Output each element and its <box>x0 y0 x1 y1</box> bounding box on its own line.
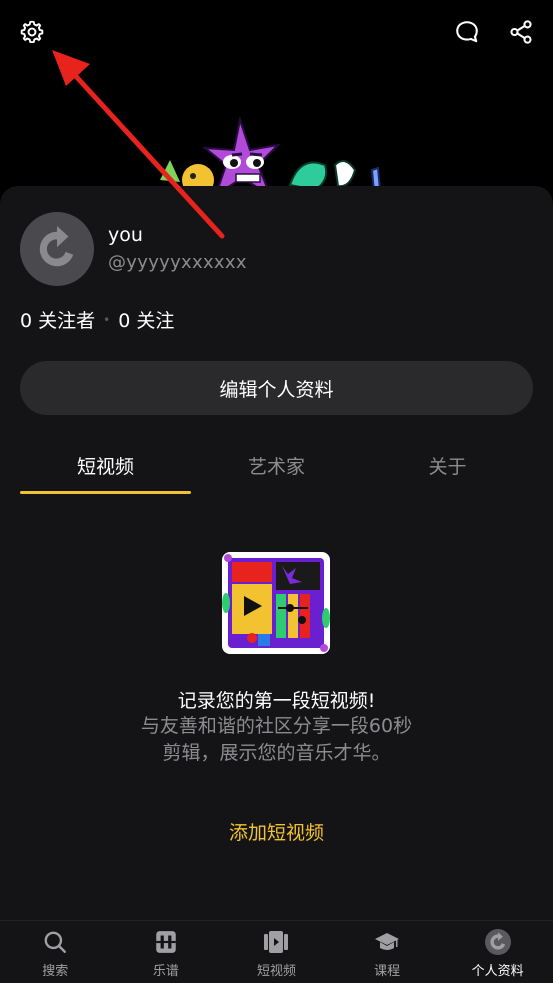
nav-courses-label: 课程 <box>374 964 401 979</box>
graduation-cap-icon <box>373 928 401 956</box>
gear-icon <box>20 20 44 44</box>
follow-stats: 0 关注者 • 0 关注 <box>20 306 174 333</box>
chat-bubble-icon <box>456 21 478 43</box>
nav-search[interactable]: 搜索 <box>0 921 111 983</box>
profile-avatar-icon <box>484 928 512 956</box>
nav-profile[interactable]: 个人资料 <box>442 921 553 983</box>
stats-separator: • <box>103 312 111 327</box>
profile-name: you <box>108 224 143 246</box>
nav-profile-label: 个人资料 <box>471 964 524 979</box>
profile-banner-art <box>160 116 382 195</box>
video-icon <box>262 928 290 956</box>
settings-button[interactable] <box>16 16 48 48</box>
nav-courses[interactable]: 课程 <box>332 921 443 983</box>
profile-tabs: 短视频 艺术家 关于 <box>20 444 533 494</box>
edit-profile-button[interactable]: 编辑个人资料 <box>20 361 533 415</box>
profile-card: you @yyyyyxxxxxx 0 关注者 • 0 关注 编辑个人资料 短视频… <box>0 186 553 920</box>
empty-state-illustration <box>222 552 330 654</box>
search-icon <box>41 928 69 956</box>
followers-count[interactable]: 0 关注者 <box>20 306 95 333</box>
tab-artists[interactable]: 艺术家 <box>191 444 362 494</box>
empty-state-description: 与友善和谐的社区分享一段60秒剪辑，展示您的音乐才华。 <box>140 715 413 764</box>
add-short-video-link[interactable]: 添加短视频 <box>0 818 553 845</box>
following-count[interactable]: 0 关注 <box>118 306 174 333</box>
nav-sheet-music-label: 乐谱 <box>152 964 179 979</box>
nav-short-videos[interactable]: 短视频 <box>221 921 332 983</box>
comments-button[interactable] <box>451 16 483 48</box>
tab-short-videos[interactable]: 短视频 <box>20 444 191 494</box>
nav-sheet-music[interactable]: 乐谱 <box>111 921 222 983</box>
share-button[interactable] <box>505 16 537 48</box>
share-icon <box>510 20 532 44</box>
nav-search-label: 搜索 <box>42 964 69 979</box>
tab-about[interactable]: 关于 <box>362 444 533 494</box>
avatar[interactable] <box>20 212 94 286</box>
app-logo-icon <box>39 226 74 267</box>
profile-screen: you @yyyyyxxxxxx 0 关注者 • 0 关注 编辑个人资料 短视频… <box>0 0 553 983</box>
nav-short-videos-label: 短视频 <box>256 964 296 979</box>
profile-handle: @yyyyyxxxxxx <box>108 252 247 273</box>
bottom-navigation: 搜索 乐谱 短视频 课程 个人资料 <box>0 920 553 983</box>
sheet-music-icon <box>152 928 180 956</box>
empty-state-title: 记录您的第一段短视频! <box>177 690 376 712</box>
